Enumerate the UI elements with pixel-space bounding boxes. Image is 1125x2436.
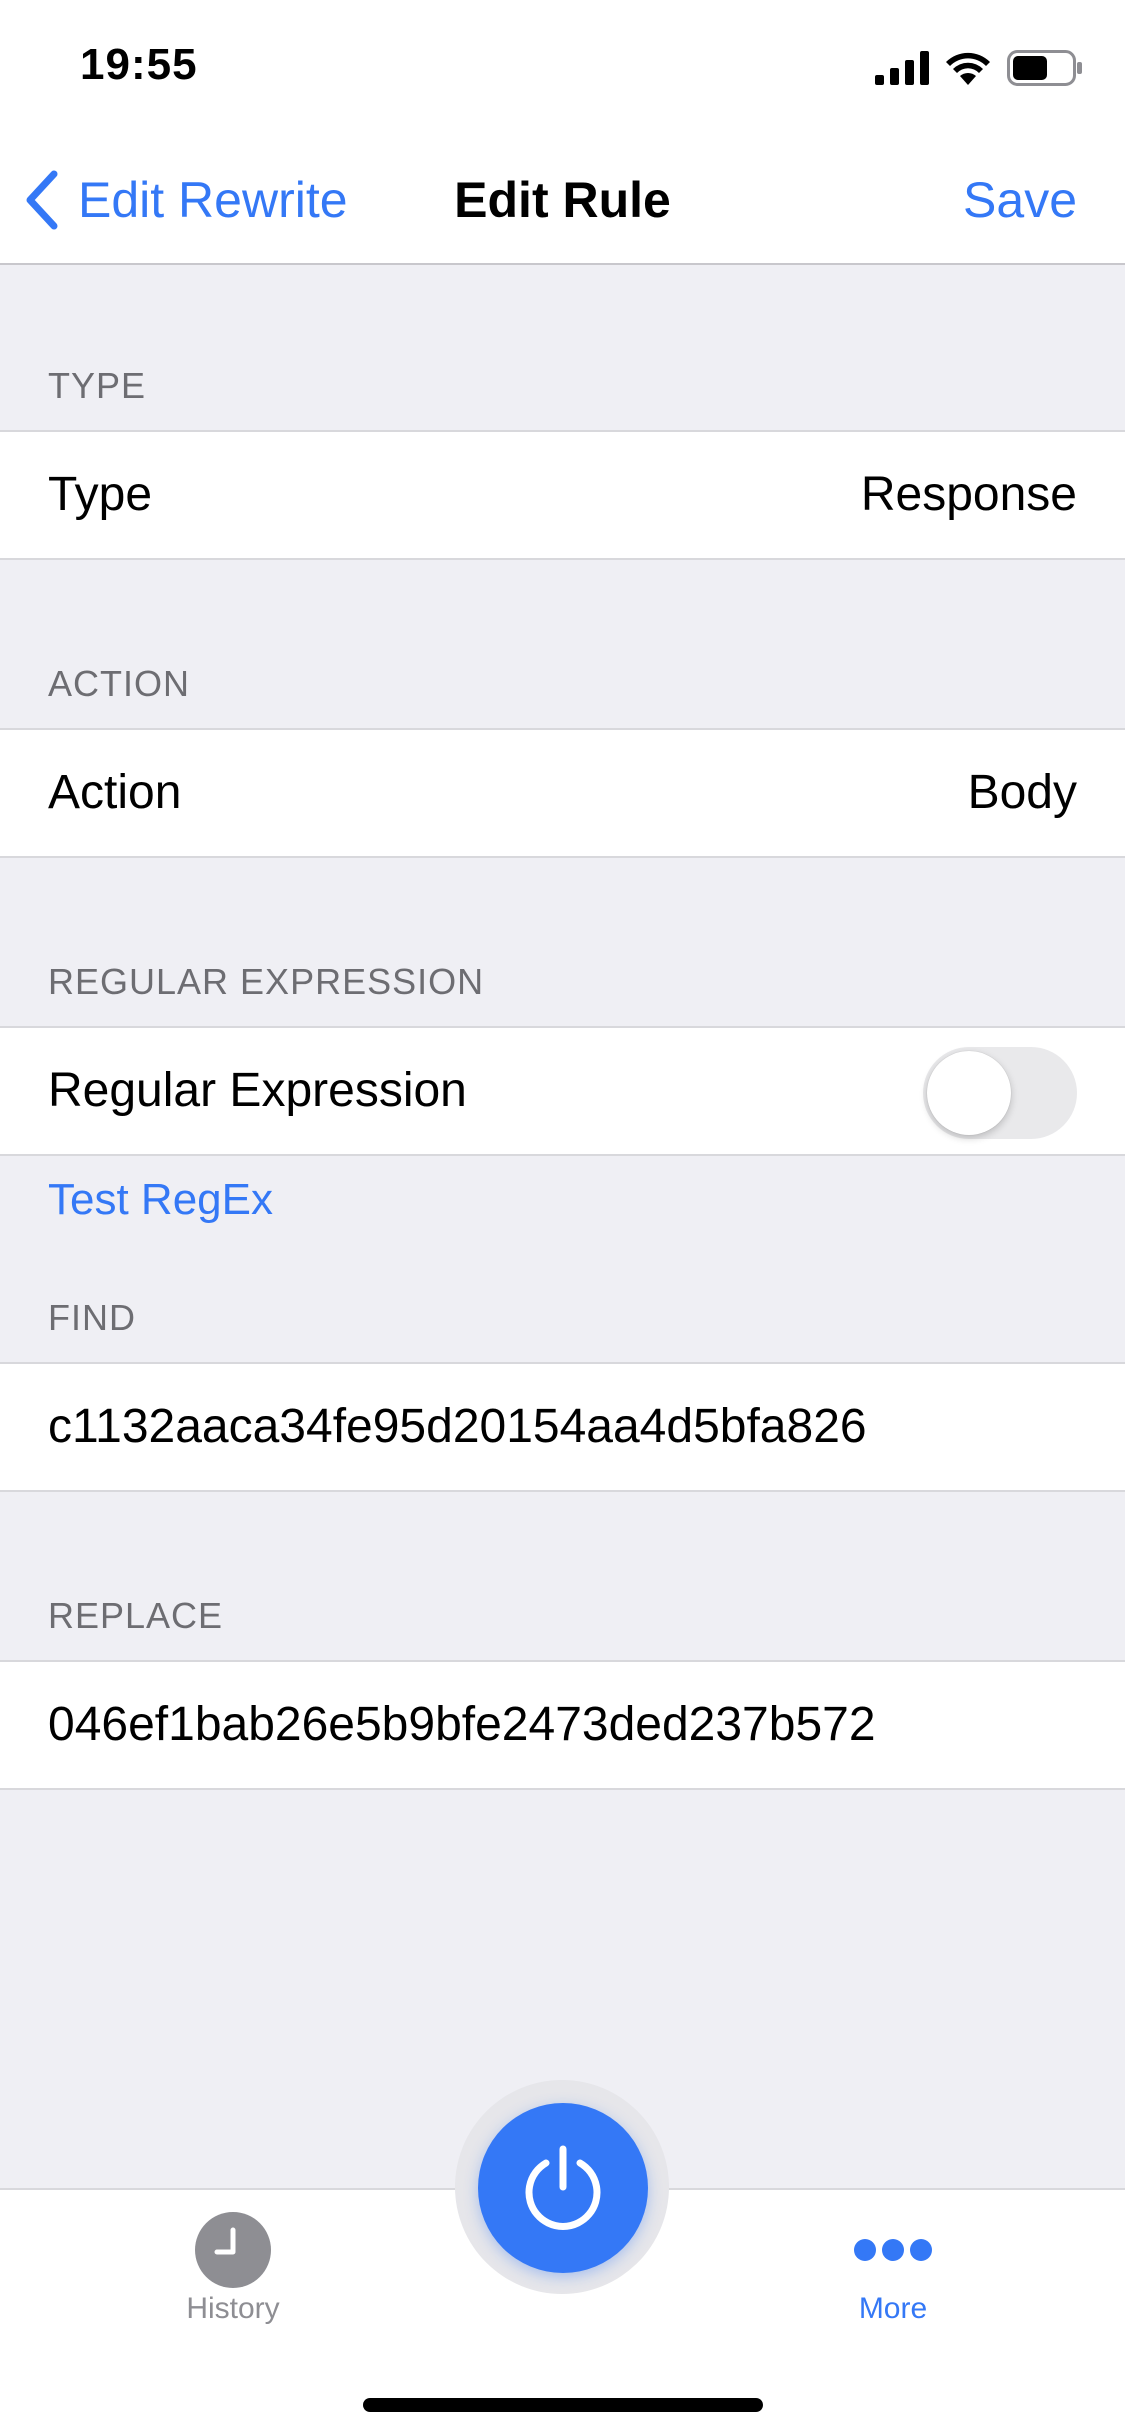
section-header-regex: REGULAR EXPRESSION [48, 961, 485, 1002]
find-field[interactable]: c1132aaca34fe95d20154aa4d5bfa826 [48, 1364, 1078, 1490]
more-dots-icon [854, 2239, 932, 2261]
cellular-signal-icon [875, 51, 929, 85]
section-header-action: ACTION [48, 663, 191, 704]
tab-more[interactable]: More [743, 2190, 1043, 2390]
section-header-find: FIND [48, 1297, 136, 1338]
regex-row: Regular Expression [0, 1026, 1125, 1156]
navigation-bar: Edit Rewrite Edit Rule Save [0, 135, 1125, 265]
regex-toggle[interactable] [923, 1047, 1077, 1139]
type-row[interactable]: Type Response [0, 430, 1125, 560]
test-regex-link[interactable]: Test RegEx [48, 1175, 273, 1225]
tab-more-label: More [858, 2292, 928, 2325]
chevron-left-icon [26, 170, 58, 230]
battery-icon [1007, 50, 1082, 86]
type-value: Response [860, 468, 1077, 521]
status-icons [875, 48, 1083, 88]
find-row: c1132aaca34fe95d20154aa4d5bfa826 [0, 1362, 1125, 1492]
save-button[interactable]: Save [963, 165, 1077, 235]
action-row[interactable]: Action Body [0, 728, 1125, 858]
replace-field[interactable]: 046ef1bab26e5b9bfe2473ded237b572 [48, 1662, 1078, 1788]
tab-history-label: History [186, 2292, 280, 2325]
section-header-type: TYPE [48, 365, 147, 406]
wifi-icon [946, 52, 990, 85]
back-button[interactable]: Edit Rewrite [24, 165, 348, 235]
power-button[interactable] [478, 2103, 648, 2273]
type-label: Type [48, 468, 153, 521]
action-label: Action [48, 766, 182, 819]
home-indicator [363, 2398, 763, 2412]
regex-label: Regular Expression [48, 1064, 467, 1117]
replace-row: 046ef1bab26e5b9bfe2473ded237b572 [0, 1660, 1125, 1790]
status-time: 19:55 [80, 40, 198, 89]
power-icon [525, 2145, 601, 2230]
clock-icon [195, 2212, 271, 2288]
section-header-replace: REPLACE [48, 1595, 224, 1636]
toggle-knob [927, 1051, 1011, 1135]
tab-history[interactable]: History [83, 2190, 383, 2390]
back-button-label: Edit Rewrite [78, 172, 348, 228]
status-bar: 19:55 [0, 0, 1125, 135]
action-value: Body [967, 766, 1077, 819]
